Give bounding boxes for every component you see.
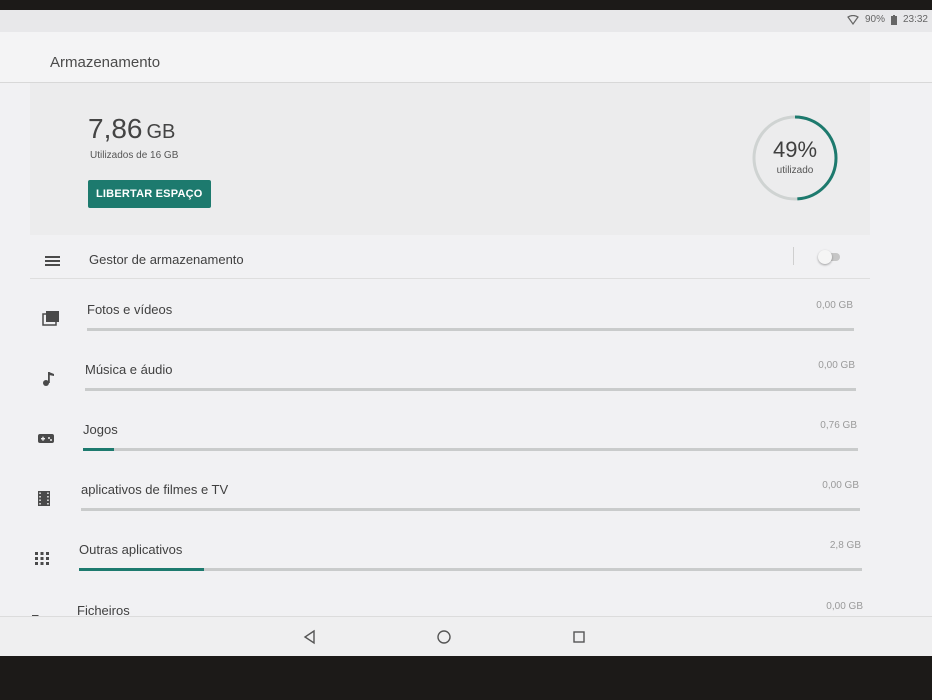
used-amount: 7,86 GB: [88, 113, 175, 145]
app-bar: Armazenamento: [0, 32, 932, 83]
usage-percent: 49%: [772, 137, 818, 162]
category-usage-fill: [83, 448, 114, 451]
category-usage-bar: [81, 508, 860, 511]
category-row[interactable]: Jogos 0,76 GB: [0, 400, 932, 460]
category-size: 0,00 GB: [822, 480, 859, 491]
category-row[interactable]: Outras aplicativos 2,8 GB: [0, 520, 932, 580]
storage-manager-icon: [45, 256, 60, 266]
free-space-button[interactable]: LIBERTAR ESPAÇO: [88, 180, 211, 208]
wifi-icon: [847, 14, 859, 25]
navigation-bar: [0, 616, 932, 656]
clock: 23:32: [902, 14, 928, 25]
home-icon[interactable]: [434, 627, 454, 647]
page-title: Armazenamento: [50, 54, 161, 71]
category-usage-bar: [87, 328, 854, 331]
category-label: Fotos e vídeos: [87, 302, 173, 317]
category-row[interactable]: Fotos e vídeos 0,00 GB: [0, 280, 932, 340]
category-usage-fill: [79, 568, 204, 571]
apps-grid-icon: [35, 552, 49, 565]
used-unit: GB: [146, 121, 176, 143]
category-usage-bar: [83, 448, 858, 451]
film-icon: [38, 491, 50, 506]
toggle-separator: [793, 247, 794, 265]
storage-manager-row[interactable]: Gestor de armazenamento: [0, 238, 932, 283]
category-size: 0,00 GB: [818, 360, 855, 371]
screen: 90% 23:32 Armazenamento 7,86 GB Utilizado…: [0, 10, 932, 656]
category-usage-bar: [85, 388, 856, 391]
storage-summary: 7,86 GB Utilizados de 16 GB LIBERTAR ESPA…: [30, 83, 870, 235]
category-size: 2,8 GB: [829, 540, 861, 551]
used-of-total: Utilizados de 16 GB: [90, 150, 179, 161]
usage-percent-label: utilizado: [776, 165, 814, 176]
status-icons: 90% 23:32: [847, 14, 928, 25]
used-value: 7,86: [88, 113, 143, 144]
music-note-icon: [43, 372, 54, 386]
category-row[interactable]: Música e áudio 0,00 GB: [0, 340, 932, 400]
category-size: 0,00 GB: [826, 601, 863, 612]
category-label: aplicativos de filmes e TV: [81, 482, 229, 497]
storage-manager-label: Gestor de armazenamento: [89, 252, 244, 267]
category-label: Outras aplicativos: [79, 542, 183, 557]
category-label: Música e áudio: [85, 362, 173, 377]
category-size: 0,76 GB: [820, 420, 857, 431]
category-row[interactable]: aplicativos de filmes e TV 0,00 GB: [0, 460, 932, 520]
battery-percent: 90%: [864, 14, 885, 25]
status-bar: 90% 23:32: [0, 10, 932, 32]
category-label: Jogos: [83, 422, 118, 437]
category-size: 0,00 GB: [816, 300, 853, 311]
photo-library-icon: [42, 311, 59, 326]
gamepad-icon: [38, 434, 54, 443]
battery-icon: [890, 14, 897, 25]
category-usage-bar: [79, 568, 862, 571]
usage-ring: 49% utilizado: [750, 113, 840, 203]
recents-icon[interactable]: [569, 627, 589, 647]
storage-manager-toggle[interactable]: [818, 250, 840, 264]
divider: [30, 278, 870, 279]
back-icon[interactable]: [300, 627, 320, 647]
